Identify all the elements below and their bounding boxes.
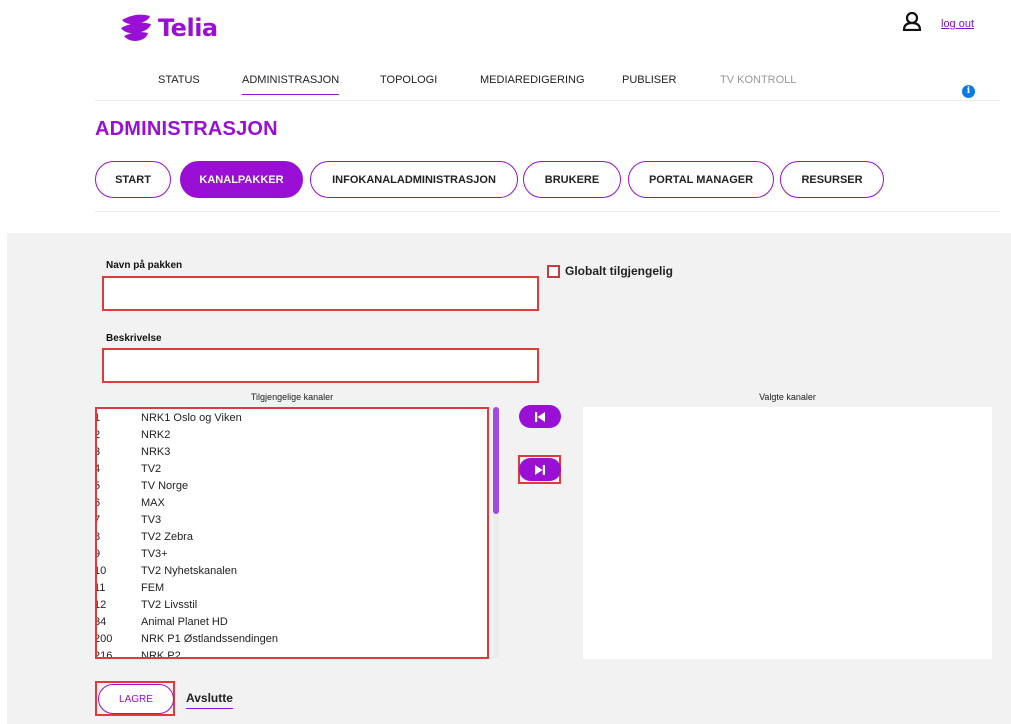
- channel-number: 8: [97, 531, 100, 543]
- channel-number: 3: [97, 446, 100, 458]
- channel-name: NRK P1 Østlandssendingen: [141, 633, 278, 645]
- channel-name: FEM: [141, 582, 165, 594]
- page: Telia log out STATUS ADMINISTRASJON TOPO…: [0, 0, 1011, 724]
- nav-item-mediaredigering[interactable]: MEDIAREDIGERING: [480, 74, 585, 94]
- channel-row[interactable]: 1 NRK1 Oslo og Viken: [97, 409, 487, 426]
- channel-number: 6: [97, 497, 100, 509]
- nav-item-publiser[interactable]: PUBLISER: [622, 74, 676, 94]
- channel-number: 200: [95, 633, 113, 645]
- exit-link[interactable]: Avslutte: [186, 691, 233, 709]
- channel-row[interactable]: 34 Animal Planet HD: [97, 613, 487, 630]
- channel-name: TV3: [141, 514, 162, 526]
- selected-channels-list[interactable]: [583, 407, 992, 659]
- skip-back-icon: [535, 411, 545, 422]
- channel-row[interactable]: 5 TV Norge: [97, 477, 487, 494]
- tab-resurser[interactable]: RESURSER: [780, 161, 884, 198]
- page-title: ADMINISTRASJON: [95, 118, 278, 140]
- description-label: Beskrivelse: [106, 333, 162, 344]
- user-icon[interactable]: [902, 11, 922, 31]
- channel-number: 2: [97, 429, 100, 441]
- channel-number: 10: [95, 565, 107, 577]
- channel-number: 34: [95, 616, 107, 628]
- main-nav: STATUS ADMINISTRASJON TOPOLOGI MEDIAREDI…: [0, 74, 1011, 100]
- available-channels-list[interactable]: 1 NRK1 Oslo og Viken 2 NRK2 3 NRK3 4 TV2 5 TV Nor…: [95, 407, 489, 659]
- nav-item-status[interactable]: STATUS: [158, 74, 200, 94]
- channel-name: Animal Planet HD: [141, 616, 228, 628]
- tab-kanalpakker[interactable]: KANALPAKKER: [180, 161, 303, 198]
- channel-name: TV2 Livsstil: [141, 599, 198, 611]
- nav-item-topologi[interactable]: TOPOLOGI: [380, 74, 437, 94]
- channel-row[interactable]: 8 TV2 Zebra: [97, 528, 487, 545]
- move-left-button[interactable]: [519, 405, 561, 428]
- nav-item-tv-kontroll[interactable]: TV KONTROLL: [720, 74, 796, 94]
- channel-name: NRK P2: [141, 650, 181, 659]
- available-channels-title: Tilgjengelige kanaler: [250, 392, 334, 402]
- channel-name: NRK1 Oslo og Viken: [141, 412, 242, 424]
- global-checkbox-label: Globalt tilgjengelig: [565, 264, 673, 278]
- channel-row[interactable]: 2 NRK2: [97, 426, 487, 443]
- nav-divider: [95, 100, 1000, 101]
- channel-name: NRK2: [141, 429, 171, 441]
- channel-name: TV2 Zebra: [141, 531, 193, 543]
- channel-number: 1: [97, 412, 100, 424]
- tabs-divider: [95, 211, 1000, 212]
- save-button[interactable]: LAGRE: [98, 684, 174, 714]
- skip-forward-icon: [535, 464, 545, 475]
- channel-number: 9: [97, 548, 100, 560]
- telia-logo-icon: [121, 14, 151, 41]
- channel-row[interactable]: 10 TV2 Nyhetskanalen: [97, 562, 487, 579]
- channel-row[interactable]: 4 TV2: [97, 460, 487, 477]
- channel-row[interactable]: 7 TV3: [97, 511, 487, 528]
- info-icon[interactable]: i: [962, 85, 975, 98]
- channel-row[interactable]: 11 FEM: [97, 579, 487, 596]
- name-label: Navn på pakken: [106, 260, 183, 271]
- channel-name: TV2: [141, 463, 162, 475]
- channel-name: TV2 Nyhetskanalen: [141, 565, 237, 577]
- channel-list-scrollbar[interactable]: [493, 407, 499, 514]
- channel-name: TV Norge: [141, 480, 189, 492]
- tab-start[interactable]: START: [95, 161, 171, 198]
- logout-link[interactable]: log out: [941, 18, 974, 30]
- channel-number: 12: [95, 599, 107, 611]
- description-field[interactable]: [102, 348, 539, 383]
- channel-row[interactable]: 9 TV3+: [97, 545, 487, 562]
- channel-number: 5: [97, 480, 100, 492]
- channel-number: 216: [95, 650, 113, 659]
- global-checkbox[interactable]: [547, 265, 560, 278]
- channel-number: 7: [97, 514, 100, 526]
- name-field[interactable]: [102, 276, 539, 311]
- channel-row[interactable]: 6 MAX: [97, 494, 487, 511]
- tab-infokanaladministrasjon[interactable]: INFOKANALADMINISTRASJON: [310, 161, 518, 198]
- tab-portal-manager[interactable]: PORTAL MANAGER: [628, 161, 774, 198]
- channel-number: 4: [97, 463, 100, 475]
- channel-name: MAX: [141, 497, 165, 509]
- telia-logo[interactable]: Telia: [118, 10, 218, 46]
- channel-name: NRK3: [141, 446, 171, 458]
- channel-number: 11: [95, 582, 106, 594]
- channel-row[interactable]: 200 NRK P1 Østlandssendingen: [97, 630, 487, 647]
- nav-item-administrasjon[interactable]: ADMINISTRASJON: [242, 74, 340, 95]
- logo-text: Telia: [158, 14, 218, 42]
- move-right-button[interactable]: [519, 458, 561, 481]
- selected-channels-title: Valgte kanaler: [759, 392, 816, 402]
- channel-row[interactable]: 216 NRK P2: [95, 647, 487, 659]
- tab-brukere[interactable]: BRUKERE: [523, 161, 621, 198]
- channel-row[interactable]: 3 NRK3: [97, 443, 487, 460]
- channel-row[interactable]: 12 TV2 Livsstil: [97, 596, 487, 613]
- channel-name: TV3+: [141, 548, 168, 560]
